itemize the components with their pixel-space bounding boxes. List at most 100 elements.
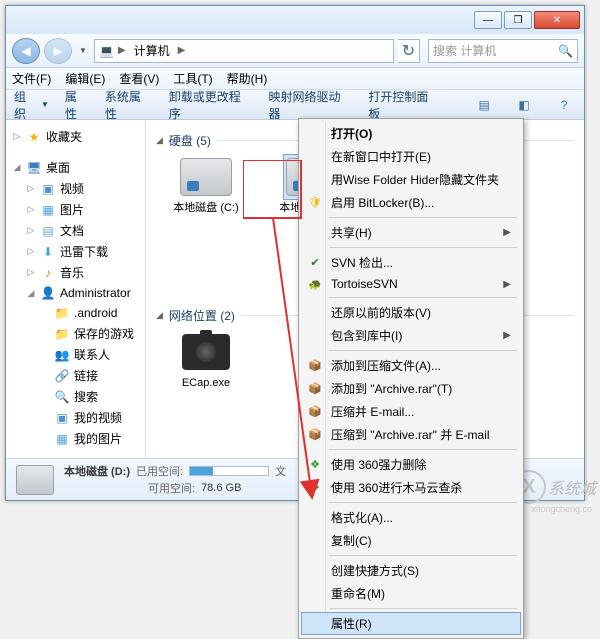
menu-help[interactable]: 帮助(H): [227, 70, 268, 87]
toolbar-organize[interactable]: 组织▼: [14, 88, 49, 122]
sidebar-desktop[interactable]: ◢🖥桌面: [8, 157, 143, 178]
360-icon: ❖: [307, 457, 323, 473]
submenu-arrow-icon: ▶: [503, 227, 511, 238]
context-menu[interactable]: 打开(O)在新窗口中打开(E)用Wise Folder Hider隐藏文件夹🛡启…: [298, 118, 524, 639]
sidebar-user-child[interactable]: 📁保存的游戏: [8, 323, 143, 344]
context-menu-separator: [329, 555, 517, 556]
drive-thumb-icon: [16, 465, 54, 495]
toolbar-sysprops[interactable]: 系统属性: [105, 88, 153, 122]
help-button[interactable]: ?: [552, 94, 576, 116]
drive-item-c[interactable]: 本地磁盘 (C:): [164, 155, 248, 215]
star-icon: ★: [26, 129, 42, 145]
context-menu-item[interactable]: 📦压缩到 "Archive.rar" 并 E-mail: [301, 423, 521, 446]
context-menu-item[interactable]: ❖使用 360强力删除: [301, 453, 521, 476]
sidebar-videos[interactable]: ▷▣视频: [8, 178, 143, 199]
toolbar-mapdrive[interactable]: 映射网络驱动器: [269, 88, 353, 122]
context-menu-item[interactable]: 打开(O): [301, 122, 521, 145]
rar-icon: 📦: [307, 358, 323, 374]
maximize-icon: ❐: [514, 15, 523, 26]
watermark: X 系统城 xitongcheng.co: [512, 470, 596, 504]
search-placeholder: 搜索 计算机: [433, 42, 496, 59]
menu-edit[interactable]: 编辑(E): [65, 70, 105, 87]
context-menu-item[interactable]: 包含到库中(I)▶: [301, 324, 521, 347]
sidebar-user-child[interactable]: ▦我的图片: [8, 428, 143, 449]
minimize-button[interactable]: —: [474, 11, 502, 29]
context-menu-separator: [329, 350, 517, 351]
refresh-button[interactable]: ↻: [398, 39, 420, 63]
sidebar-documents[interactable]: ▷▤文档: [8, 220, 143, 241]
desktop-icon: 🖥: [26, 160, 42, 176]
360-icon: ❖: [307, 480, 323, 496]
context-menu-item[interactable]: 属性(R): [301, 612, 521, 635]
menu-tools[interactable]: 工具(T): [173, 70, 212, 87]
nav-history-dropdown[interactable]: ▼: [76, 38, 90, 64]
sidebar-user-child[interactable]: ▣我的视频: [8, 407, 143, 428]
nav-back-button[interactable]: ◀: [12, 38, 40, 64]
context-menu-item[interactable]: 📦压缩并 E-mail...: [301, 400, 521, 423]
free-space-value: 78.6 GB: [201, 482, 241, 494]
context-menu-item[interactable]: 共享(H)▶: [301, 221, 521, 244]
rar-icon: 📦: [307, 427, 323, 443]
used-space-bar: [189, 466, 269, 476]
sidebar-user-child[interactable]: 📁.android: [8, 303, 143, 323]
sidebar-user[interactable]: ◢👤Administrator: [8, 283, 143, 303]
nav-forward-button[interactable]: ▶: [44, 38, 72, 64]
breadcrumb-sep: ▶: [178, 45, 186, 56]
network-item-ecap[interactable]: ECap.exe: [164, 330, 248, 390]
context-menu-item[interactable]: 还原以前的版本(V): [301, 301, 521, 324]
used-space-label: 已用空间:: [136, 463, 183, 479]
context-menu-separator: [329, 297, 517, 298]
rar-icon: 📦: [307, 381, 323, 397]
context-menu-separator: [329, 217, 517, 218]
context-menu-item[interactable]: 格式化(A)...: [301, 506, 521, 529]
sidebar-favorites[interactable]: ▷★收藏夹: [8, 126, 143, 147]
free-space-label: 可用空间:: [148, 480, 195, 496]
breadcrumb-computer[interactable]: 计算机: [130, 42, 174, 59]
search-box[interactable]: 搜索 计算机 🔍: [428, 39, 578, 63]
shield-icon: 🛡: [307, 195, 323, 211]
context-menu-item[interactable]: 重命名(M): [301, 582, 521, 605]
close-button[interactable]: ✕: [534, 11, 580, 29]
drive-icon: [180, 158, 232, 196]
context-menu-item[interactable]: 用Wise Folder Hider隐藏文件夹: [301, 168, 521, 191]
view-mode-button[interactable]: ▤: [472, 94, 496, 116]
context-menu-item[interactable]: 📦添加到 "Archive.rar"(T): [301, 377, 521, 400]
menu-view[interactable]: 查看(V): [119, 70, 159, 87]
preview-pane-button[interactable]: ◧: [512, 94, 536, 116]
submenu-arrow-icon: ▶: [503, 330, 511, 341]
sidebar-pictures[interactable]: ▷▦图片: [8, 199, 143, 220]
maximize-button[interactable]: ❐: [504, 11, 532, 29]
chevron-down-icon: ◢: [156, 135, 163, 146]
video-icon: ▣: [40, 181, 56, 197]
user-icon: 👤: [40, 285, 56, 301]
sidebar-user-child[interactable]: 👥联系人: [8, 344, 143, 365]
rar-icon: 📦: [307, 404, 323, 420]
context-menu-item[interactable]: 🛡启用 BitLocker(B)...: [301, 191, 521, 214]
computer-icon: 💻: [99, 44, 114, 58]
context-menu-item[interactable]: ✔SVN 检出...: [301, 251, 521, 274]
context-menu-item[interactable]: 🐢TortoiseSVN▶: [301, 274, 521, 294]
context-menu-separator: [329, 247, 517, 248]
context-menu-separator: [329, 608, 517, 609]
download-icon: ⬇: [40, 244, 56, 260]
context-menu-item[interactable]: 在新窗口中打开(E): [301, 145, 521, 168]
context-menu-item[interactable]: 复制(C): [301, 529, 521, 552]
tort-icon: 🐢: [307, 276, 323, 292]
fs-label: 文: [275, 463, 286, 479]
context-menu-item[interactable]: 创建快捷方式(S): [301, 559, 521, 582]
toolbar-ctrlpanel[interactable]: 打开控制面板: [368, 88, 440, 122]
toolbar-uninstall[interactable]: 卸载或更改程序: [169, 88, 253, 122]
submenu-arrow-icon: ▶: [503, 279, 511, 290]
document-icon: ▤: [40, 223, 56, 239]
sidebar-downloads[interactable]: ▷⬇迅雷下载: [8, 241, 143, 262]
address-bar[interactable]: 💻 ▶ 计算机 ▶: [94, 39, 394, 63]
context-menu-item[interactable]: 📦添加到压缩文件(A)...: [301, 354, 521, 377]
sidebar-music[interactable]: ▷♪音乐: [8, 262, 143, 283]
context-menu-item[interactable]: ❖使用 360进行木马云查杀: [301, 476, 521, 499]
breadcrumb-sep: ▶: [118, 45, 126, 56]
sidebar-user-child[interactable]: 🔗链接: [8, 365, 143, 386]
toolbar-properties[interactable]: 属性: [65, 88, 89, 122]
menu-file[interactable]: 文件(F): [12, 70, 51, 87]
context-menu-separator: [329, 502, 517, 503]
sidebar-user-child[interactable]: 🔍搜索: [8, 386, 143, 407]
